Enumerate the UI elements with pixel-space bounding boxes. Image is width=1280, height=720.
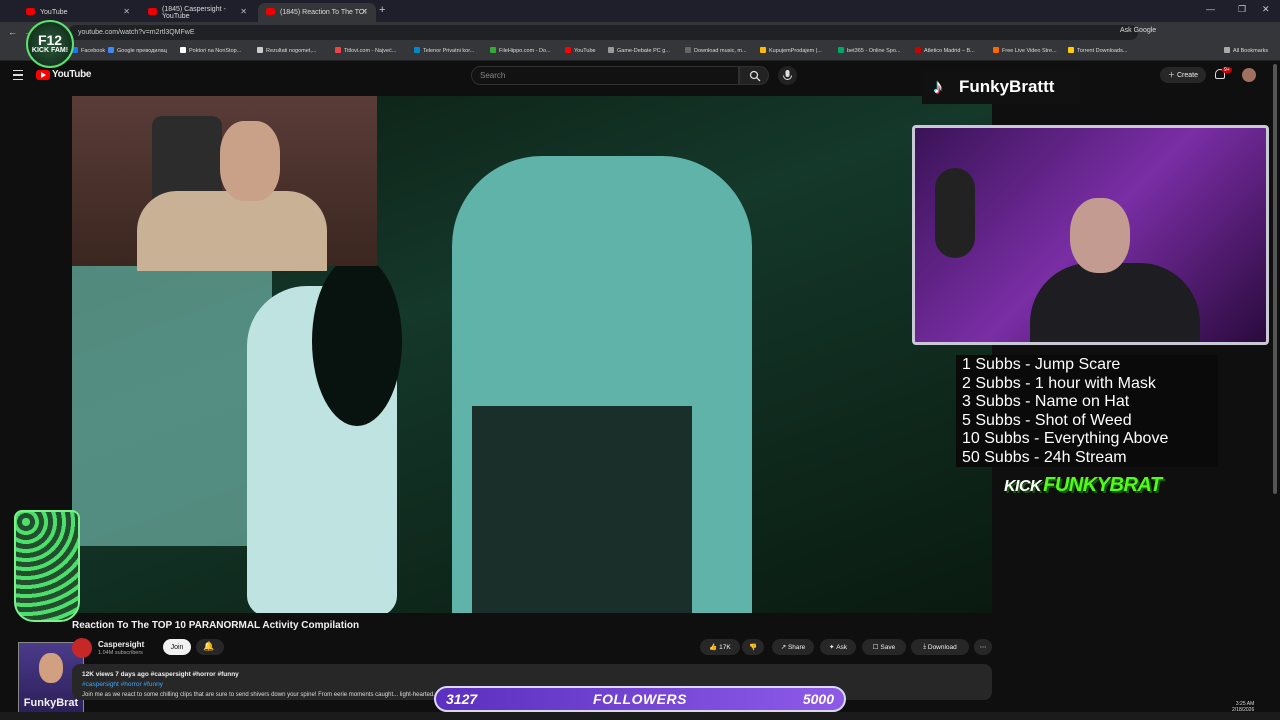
close-tab-icon[interactable]: ✕ — [361, 7, 368, 16]
bookmark-item[interactable]: Rezultati nogomet,... — [257, 47, 316, 54]
streamer-webcam — [72, 96, 377, 271]
views-and-date: 12K views 7 days ago #caspersight #horro… — [82, 671, 239, 678]
all-bookmarks[interactable]: All Bookmarks — [1224, 47, 1268, 54]
subs-goal-item: 2 Subbs - 1 hour with Mask — [962, 374, 1156, 392]
tab-label: YouTube — [40, 9, 68, 16]
bookmark-item[interactable]: Torrent Downloads... — [1068, 47, 1127, 54]
channel-name[interactable]: Caspersight — [98, 640, 144, 649]
followers-label: FOLLOWERS — [593, 691, 687, 707]
bookmark-item[interactable]: KupujemProdajem |... — [760, 47, 822, 54]
share-button[interactable]: ↗ Share — [772, 639, 814, 655]
bell-icon: 🔔 — [203, 641, 215, 651]
windows-taskbar — [0, 712, 1280, 720]
system-clock: 3:25 AM 2/18/2026 — [1232, 701, 1254, 713]
bookmark-item[interactable]: Download music, m... — [685, 47, 747, 54]
subs-goal-item: 1 Subbs - Jump Scare — [962, 356, 1121, 373]
url-field[interactable]: youtube.com/watch?v=m2rtl3QMFwE — [68, 25, 1138, 40]
search-icon — [749, 70, 761, 82]
hashtags[interactable]: #caspersight #horror #funny — [82, 681, 163, 688]
bookmark-item[interactable]: Titlovi.com - Najveć... — [335, 47, 396, 54]
youtube-play-icon — [36, 69, 50, 80]
subs-goal-item: 3 Subbs - Name on Hat — [962, 393, 1130, 410]
ask-button[interactable]: ✦ Ask — [820, 639, 856, 655]
address-bar-row: ← → ↻ youtube.com/watch?v=m2rtl3QMFwE As… — [0, 22, 1280, 43]
download-button[interactable]: ⤓ Download — [911, 639, 969, 655]
video-player[interactable] — [72, 96, 992, 613]
youtube-favicon-icon — [266, 8, 275, 15]
search-button[interactable] — [739, 66, 769, 85]
create-button[interactable]: ＋ Create — [1160, 67, 1206, 83]
avatar-name: FunkyBrat — [23, 697, 79, 709]
save-button[interactable]: ☐ Save — [862, 639, 906, 655]
join-button[interactable]: Join — [163, 639, 191, 655]
cup-overlay — [14, 510, 80, 622]
tab-caspersight[interactable]: (1845) Caspersight - YouTube ✕ — [140, 3, 255, 22]
back-icon[interactable]: ← — [8, 27, 17, 37]
maximize-button[interactable]: ❐ — [1238, 4, 1246, 15]
ask-google-button[interactable]: Ask Google — [1120, 27, 1156, 34]
bookmark-item[interactable]: Facebook — [72, 47, 105, 54]
bookmark-item[interactable]: bet365 - Online Spo... — [838, 47, 901, 54]
bookmark-item[interactable]: Poktori na NonStop... — [180, 47, 241, 54]
tab-reaction[interactable]: (1845) Reaction To The TO! ✕ — [258, 3, 376, 22]
notification-count-badge: 9+ — [1222, 67, 1232, 73]
kick-channel-logo: KICK FUNKYBRAT — [1004, 474, 1162, 496]
subs-goals-list: 1 Subbs - Jump Scare 2 Subbs - 1 hour wi… — [956, 355, 1218, 467]
youtube-logo[interactable]: YouTube — [36, 69, 92, 80]
streamer-webcam-frame — [912, 125, 1269, 345]
bookmark-item[interactable]: Game-Debate PC g... — [608, 47, 670, 54]
search-input[interactable]: Search — [471, 66, 739, 85]
followers-goal: 5000 — [802, 691, 834, 707]
youtube-favicon-icon — [148, 8, 157, 15]
subs-goal-item: 50 Subbs - 24h Stream — [962, 448, 1127, 466]
bookmark-item[interactable]: FileHippo.com - Do... — [490, 47, 551, 54]
subscriber-count: 1.04M subscribers — [98, 650, 143, 656]
minimize-button[interactable]: — — [1206, 4, 1215, 14]
tiktok-icon: ♪ — [933, 76, 943, 98]
video-title: Reaction To The TOP 10 PARANORMAL Activi… — [72, 620, 360, 631]
close-tab-icon[interactable]: ✕ — [240, 7, 247, 16]
more-actions-button[interactable]: ⋯ — [974, 639, 992, 655]
followers-goal-bar: 3127 FOLLOWERS 5000 — [434, 686, 846, 712]
subscribed-bell-button[interactable]: 🔔 — [196, 639, 224, 655]
clock-date: 2/18/2026 — [1232, 707, 1255, 713]
microphone-icon — [783, 70, 792, 80]
new-tab-button[interactable]: + — [379, 4, 385, 16]
page-scrollbar[interactable] — [1273, 64, 1277, 494]
youtube-favicon-icon — [26, 8, 35, 15]
tab-youtube[interactable]: YouTube ✕ — [18, 3, 138, 22]
voice-search-button[interactable] — [778, 66, 797, 85]
bookmark-item[interactable]: Atletico Madrid – B... — [915, 47, 975, 54]
bookmark-item[interactable]: Google преводилац — [108, 47, 167, 54]
bookmark-item[interactable]: Free Live Video Stre... — [993, 47, 1057, 54]
followers-current: 3127 — [446, 691, 478, 707]
url-text: youtube.com/watch?v=m2rtl3QMFwE — [78, 29, 195, 36]
bookmarks-bar: Facebook Google преводилац Poktori na No… — [0, 43, 1280, 61]
tab-label: (1845) Reaction To The TO! — [280, 9, 367, 16]
menu-icon[interactable] — [13, 70, 23, 80]
subs-goal-item: 10 Subbs - Everything Above — [962, 430, 1169, 447]
dislike-button[interactable]: 👎 — [742, 639, 764, 655]
close-window-button[interactable]: ✕ — [1262, 4, 1270, 15]
tiktok-username: FunkyBrattt — [959, 77, 1055, 96]
close-tab-icon[interactable]: ✕ — [123, 7, 130, 16]
bookmark-item[interactable]: YouTube — [565, 47, 596, 54]
badge-line1: F12 — [37, 32, 63, 48]
badge-line2: KICK FAM! — [31, 47, 69, 54]
channel-avatar[interactable] — [72, 638, 92, 658]
account-avatar[interactable] — [1242, 68, 1256, 82]
subs-goal-item: 5 Subbs - Shot of Weed — [962, 411, 1132, 429]
browser-tab-bar: YouTube ✕ (1845) Caspersight - YouTube ✕… — [0, 0, 1280, 22]
bookmark-item[interactable]: Telenor Privatni kor... — [414, 47, 474, 54]
tiktok-overlay: ♪ FunkyBrattt — [922, 70, 1080, 104]
like-button[interactable]: 👍 17K — [700, 639, 740, 655]
youtube-header: YouTube Search ＋ Create 9+ — [0, 61, 1280, 91]
dislike-icon: 👎 — [748, 644, 758, 651]
